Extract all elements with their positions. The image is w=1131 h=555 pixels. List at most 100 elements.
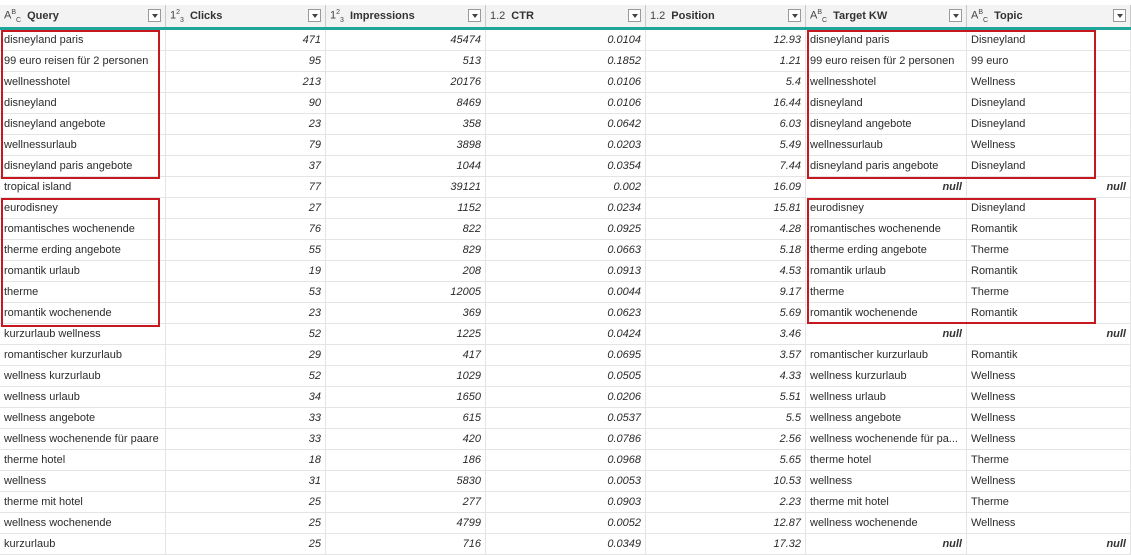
- table-row[interactable]: disneyland angebote 23 358 0.0642 6.03 disney…: [0, 114, 1131, 135]
- filter-dropdown-icon[interactable]: [308, 9, 321, 22]
- text-type-icon[interactable]: ABC: [810, 9, 827, 24]
- table-cell[interactable]: 0.0968: [486, 450, 646, 470]
- table-row[interactable]: wellness 31 5830 0.0053 10.53 wellness Wellnes…: [0, 471, 1131, 492]
- table-cell[interactable]: 1225: [326, 324, 486, 344]
- table-cell[interactable]: 4799: [326, 513, 486, 533]
- table-cell[interactable]: 0.1852: [486, 51, 646, 71]
- column-header-position[interactable]: 1.2 Position: [646, 5, 806, 27]
- table-cell[interactable]: 12.93: [646, 30, 806, 50]
- table-cell[interactable]: 213: [166, 72, 326, 92]
- table-cell[interactable]: Therme: [967, 450, 1131, 470]
- table-cell[interactable]: wellness wochenende: [0, 513, 166, 533]
- table-cell[interactable]: wellness angebote: [0, 408, 166, 428]
- table-cell[interactable]: 0.0424: [486, 324, 646, 344]
- table-cell[interactable]: wellnessurlaub: [0, 135, 166, 155]
- column-header-target-kw[interactable]: ABC Target KW: [806, 5, 967, 27]
- table-cell[interactable]: 45474: [326, 30, 486, 50]
- table-cell[interactable]: 37: [166, 156, 326, 176]
- table-cell[interactable]: 471: [166, 30, 326, 50]
- table-cell[interactable]: 0.0234: [486, 198, 646, 218]
- table-cell[interactable]: therme mit hotel: [0, 492, 166, 512]
- column-header-ctr[interactable]: 1.2 CTR: [486, 5, 646, 27]
- table-cell[interactable]: 99 euro reisen für 2 personen: [0, 51, 166, 71]
- table-cell[interactable]: romantischer kurzurlaub: [806, 345, 967, 365]
- table-cell[interactable]: 208: [326, 261, 486, 281]
- table-cell[interactable]: null: [967, 177, 1131, 197]
- table-row[interactable]: kurzurlaub wellness 52 1225 0.0424 3.46 null n…: [0, 324, 1131, 345]
- table-cell[interactable]: therme erding angebote: [806, 240, 967, 260]
- table-cell[interactable]: 5.18: [646, 240, 806, 260]
- table-cell[interactable]: 5830: [326, 471, 486, 491]
- table-cell[interactable]: 186: [326, 450, 486, 470]
- table-cell[interactable]: 0.0354: [486, 156, 646, 176]
- whole-number-type-icon[interactable]: 123: [330, 9, 344, 24]
- table-cell[interactable]: 0.0052: [486, 513, 646, 533]
- table-cell[interactable]: 1044: [326, 156, 486, 176]
- table-row[interactable]: wellnesshotel 213 20176 0.0106 5.4 wellnessho…: [0, 72, 1131, 93]
- table-cell[interactable]: 16.44: [646, 93, 806, 113]
- table-cell[interactable]: 33: [166, 408, 326, 428]
- table-cell[interactable]: 1650: [326, 387, 486, 407]
- table-cell[interactable]: 9.17: [646, 282, 806, 302]
- table-cell[interactable]: 12.87: [646, 513, 806, 533]
- table-cell[interactable]: 25: [166, 513, 326, 533]
- table-cell[interactable]: Therme: [967, 282, 1131, 302]
- table-row[interactable]: therme erding angebote 55 829 0.0663 5.18 the…: [0, 240, 1131, 261]
- table-cell[interactable]: 277: [326, 492, 486, 512]
- table-row[interactable]: disneyland paris 471 45474 0.0104 12.93 disne…: [0, 30, 1131, 51]
- table-cell[interactable]: Disneyland: [967, 93, 1131, 113]
- table-cell[interactable]: 829: [326, 240, 486, 260]
- table-cell[interactable]: 53: [166, 282, 326, 302]
- table-cell[interactable]: romantik urlaub: [0, 261, 166, 281]
- table-cell[interactable]: Therme: [967, 492, 1131, 512]
- table-cell[interactable]: kurzurlaub wellness: [0, 324, 166, 344]
- column-header-clicks[interactable]: 123 Clicks: [166, 5, 326, 27]
- table-cell[interactable]: 34: [166, 387, 326, 407]
- table-cell[interactable]: 0.0537: [486, 408, 646, 428]
- table-cell[interactable]: disneyland: [806, 93, 967, 113]
- whole-number-type-icon[interactable]: 123: [170, 9, 184, 24]
- table-cell[interactable]: 16.09: [646, 177, 806, 197]
- table-row[interactable]: disneyland 90 8469 0.0106 16.44 disneyland Dis…: [0, 93, 1131, 114]
- table-cell[interactable]: therme mit hotel: [806, 492, 967, 512]
- table-cell[interactable]: 3.57: [646, 345, 806, 365]
- table-cell[interactable]: wellnesshotel: [806, 72, 967, 92]
- table-row[interactable]: wellness angebote 33 615 0.0537 5.5 wellness …: [0, 408, 1131, 429]
- table-cell[interactable]: wellness wochenende für pa...: [806, 429, 967, 449]
- table-cell[interactable]: 17.32: [646, 534, 806, 554]
- table-cell[interactable]: disneyland: [0, 93, 166, 113]
- table-cell[interactable]: wellness wochenende für paare: [0, 429, 166, 449]
- table-cell[interactable]: disneyland paris angebote: [806, 156, 967, 176]
- table-cell[interactable]: 8469: [326, 93, 486, 113]
- table-cell[interactable]: 52: [166, 324, 326, 344]
- table-cell[interactable]: wellness urlaub: [0, 387, 166, 407]
- table-cell[interactable]: 0.0349: [486, 534, 646, 554]
- table-cell[interactable]: 2.23: [646, 492, 806, 512]
- filter-dropdown-icon[interactable]: [788, 9, 801, 22]
- table-row[interactable]: therme hotel 18 186 0.0968 5.65 therme hotel T…: [0, 450, 1131, 471]
- table-cell[interactable]: wellness urlaub: [806, 387, 967, 407]
- table-cell[interactable]: therme erding angebote: [0, 240, 166, 260]
- table-cell[interactable]: Romantik: [967, 261, 1131, 281]
- table-cell[interactable]: disneyland angebote: [806, 114, 967, 134]
- table-cell[interactable]: 0.0206: [486, 387, 646, 407]
- table-cell[interactable]: 0.0663: [486, 240, 646, 260]
- table-cell[interactable]: 33: [166, 429, 326, 449]
- table-cell[interactable]: 10.53: [646, 471, 806, 491]
- table-cell[interactable]: 19: [166, 261, 326, 281]
- table-cell[interactable]: 23: [166, 114, 326, 134]
- table-cell[interactable]: 4.28: [646, 219, 806, 239]
- table-cell[interactable]: null: [806, 177, 967, 197]
- table-cell[interactable]: kurzurlaub: [0, 534, 166, 554]
- table-cell[interactable]: Disneyland: [967, 156, 1131, 176]
- table-row[interactable]: disneyland paris angebote 37 1044 0.0354 7.4…: [0, 156, 1131, 177]
- table-cell[interactable]: 5.5: [646, 408, 806, 428]
- table-cell[interactable]: Therme: [967, 240, 1131, 260]
- table-cell[interactable]: 822: [326, 219, 486, 239]
- table-cell[interactable]: 77: [166, 177, 326, 197]
- table-cell[interactable]: wellness kurzurlaub: [806, 366, 967, 386]
- table-cell[interactable]: Wellness: [967, 429, 1131, 449]
- table-cell[interactable]: 0.002: [486, 177, 646, 197]
- table-cell[interactable]: Disneyland: [967, 198, 1131, 218]
- table-cell[interactable]: 18: [166, 450, 326, 470]
